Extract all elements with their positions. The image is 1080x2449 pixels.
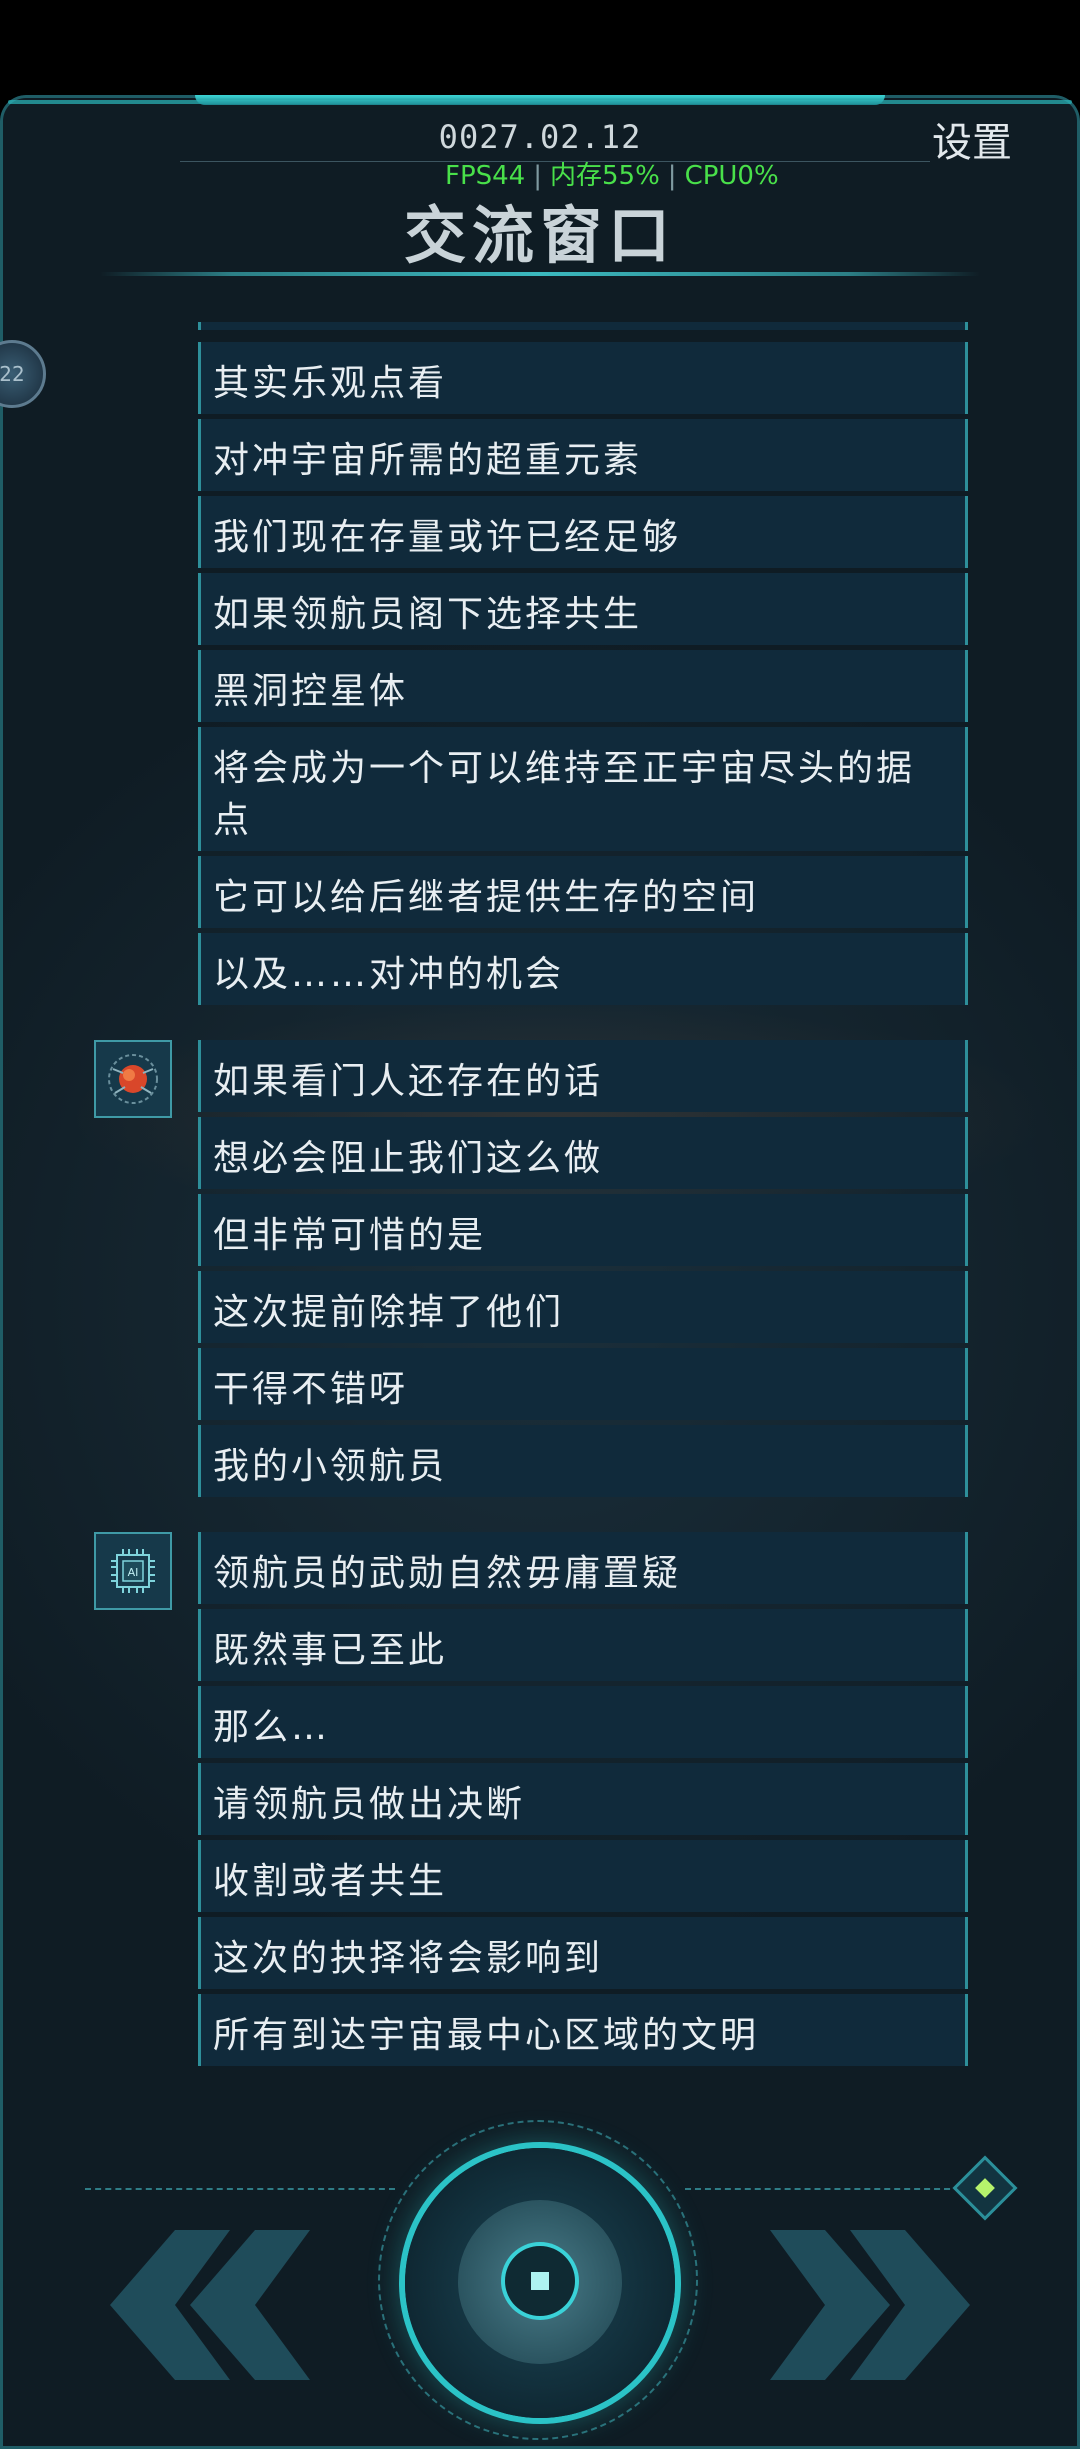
chat-message: 将会成为一个可以维持至正宇宙尽头的据点	[198, 727, 968, 851]
control-divider-right	[685, 2188, 960, 2190]
chat-message: 黑洞控星体	[198, 650, 968, 722]
chat-message: 这次的抉择将会影响到	[198, 1917, 968, 1989]
double-chevron-left-icon[interactable]	[100, 2220, 320, 2390]
bottom-frame-lines	[0, 2398, 1080, 2449]
chat-message: 我们现在存量或许已经足够	[198, 496, 968, 568]
chat-message: 既然事已至此	[198, 1609, 968, 1681]
chat-message: 如果看门人还存在的话	[198, 1040, 968, 1112]
chat-message: 对冲宇宙所需的超重元素	[198, 419, 968, 491]
chat-message: 如果领航员阁下选择共生	[198, 573, 968, 645]
chat-message: 其实乐观点看	[198, 342, 968, 414]
ai-chip-avatar-icon: AI	[94, 1532, 172, 1610]
chat-message: 但非常可惜的是	[198, 1194, 968, 1266]
chat-message: 干得不错呀	[198, 1348, 968, 1420]
chat-message: 那么…	[198, 1686, 968, 1758]
stop-square-glyph	[531, 2272, 549, 2290]
red-nebula-avatar-icon	[94, 1040, 172, 1118]
chat-message: 想必会阻止我们这么做	[198, 1117, 968, 1189]
double-chevron-right-icon[interactable]	[760, 2220, 980, 2390]
chat-log[interactable]: 其实乐观点看 对冲宇宙所需的超重元素 我们现在存量或许已经足够 如果领航员阁下选…	[0, 0, 1080, 2449]
chat-message: 收割或者共生	[198, 1840, 968, 1912]
chat-message: 所有到达宇宙最中心区域的文明	[198, 1994, 968, 2066]
chat-message: 我的小领航员	[198, 1425, 968, 1497]
chat-message: 领航员的武勋自然毋庸置疑	[198, 1532, 968, 1604]
chat-message: 这次提前除掉了他们	[198, 1271, 968, 1343]
gem-core	[975, 2178, 995, 2198]
stop-square-icon[interactable]	[505, 2246, 575, 2316]
chat-bubble-partial	[198, 322, 968, 330]
control-divider-left	[85, 2188, 395, 2190]
chat-message: 以及……对冲的机会	[198, 933, 968, 1005]
chat-message: 请领航员做出决断	[198, 1763, 968, 1835]
chat-message: 它可以给后继者提供生存的空间	[198, 856, 968, 928]
ai-chip-label: AI	[128, 1566, 139, 1579]
